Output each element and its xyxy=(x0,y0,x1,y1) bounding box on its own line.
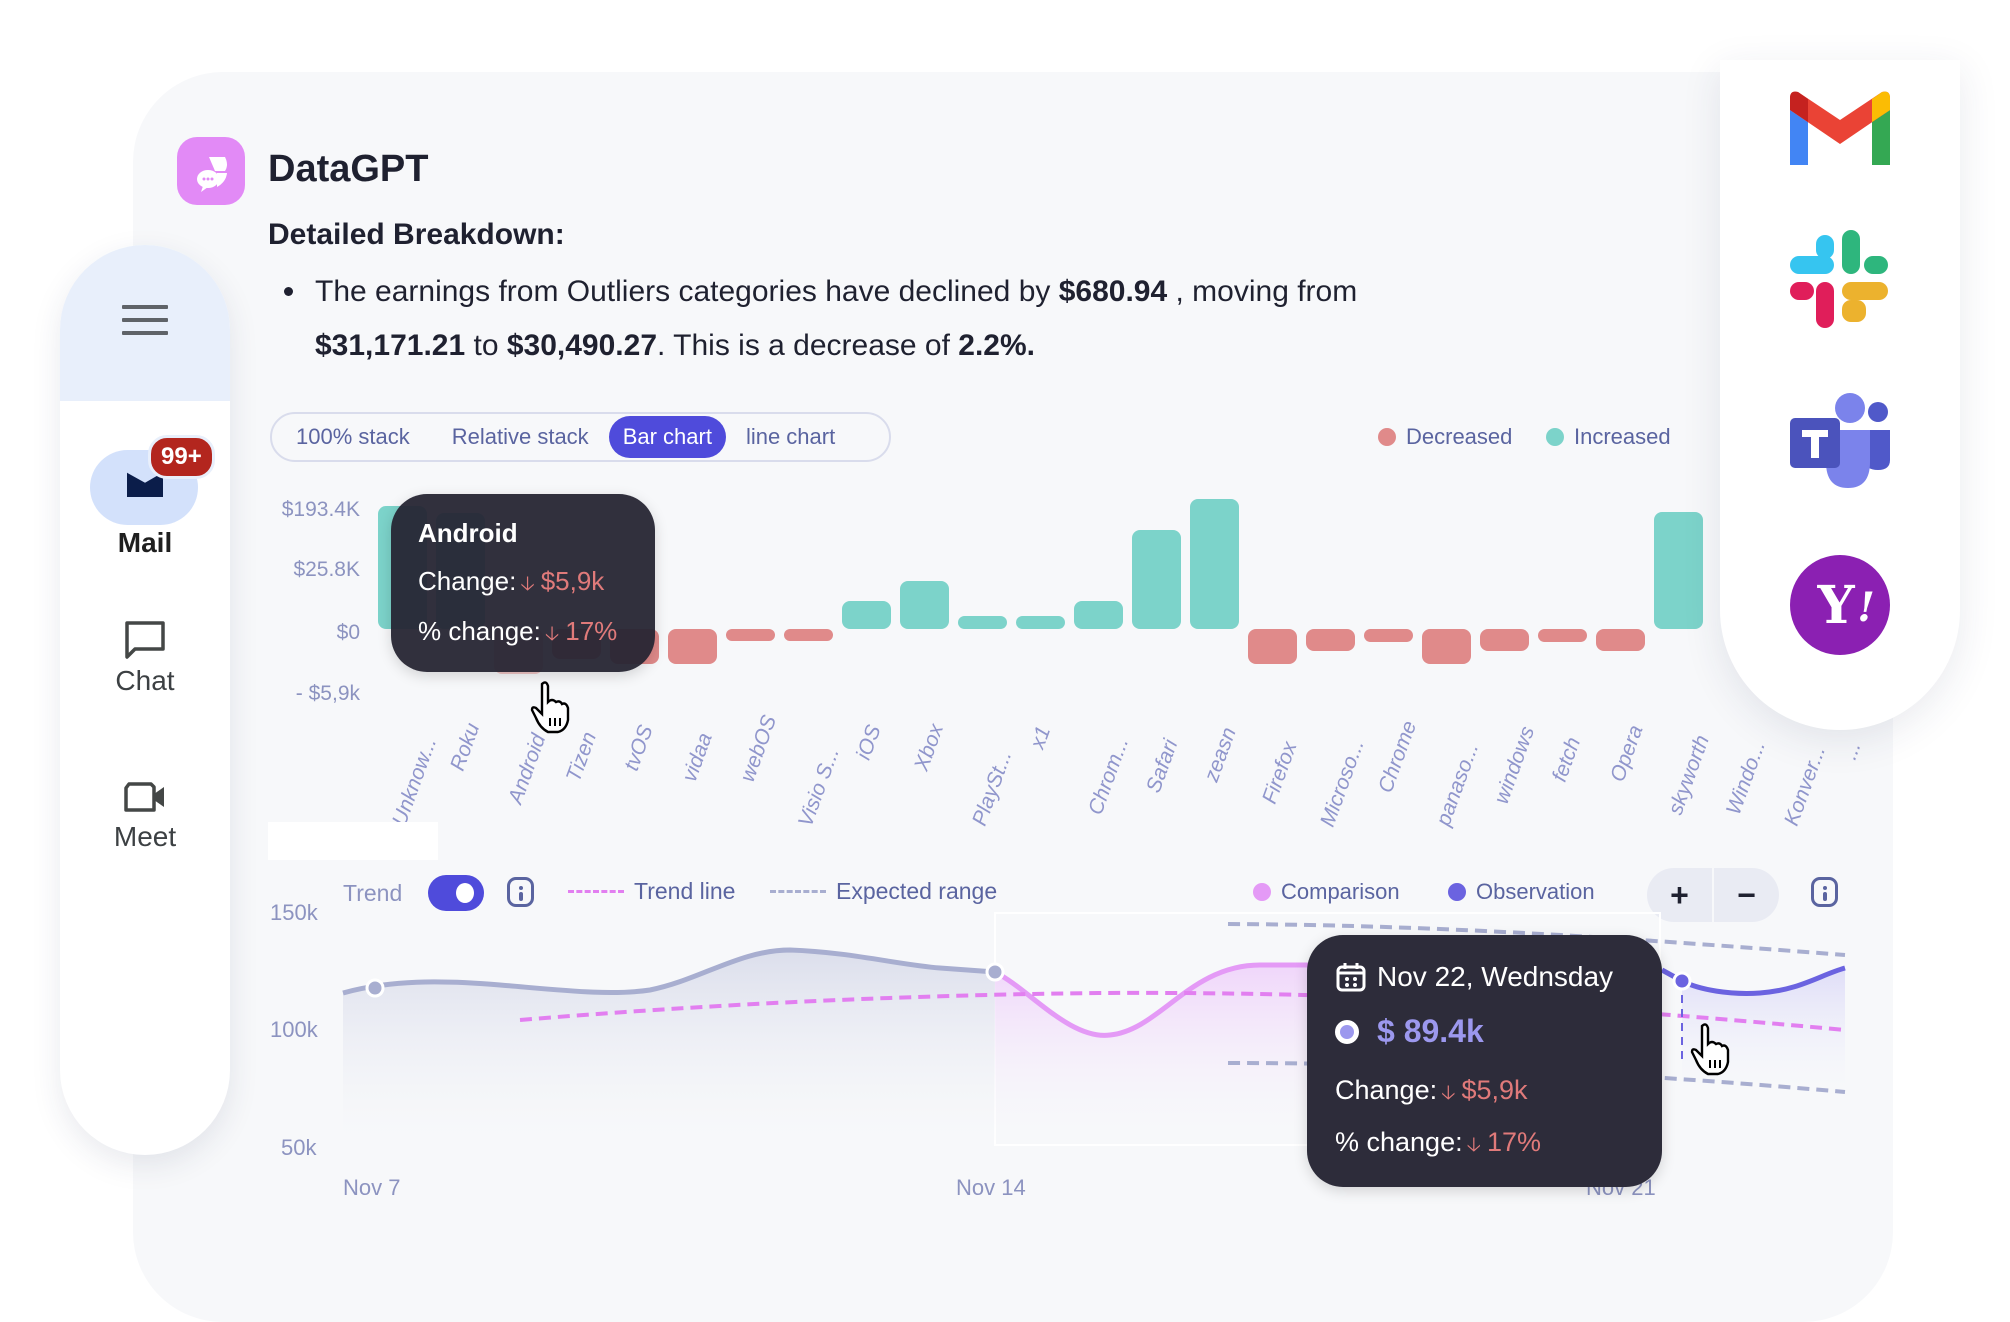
hamburger-menu-icon[interactable] xyxy=(122,305,168,337)
mail-unread-badge: 99+ xyxy=(148,435,215,479)
integrations-panel: Y ! xyxy=(1720,60,1960,730)
sidebar: 99+ Mail Chat Meet xyxy=(60,245,230,1155)
sidebar-item-mail[interactable]: Mail xyxy=(60,527,230,559)
line-tooltip: Nov 22, Wednsday $ 89.4k Change: 🡣 $5,9k %… xyxy=(1307,935,1662,1187)
tooltip-value-text: $ 89.4k xyxy=(1377,1013,1484,1049)
teams-icon[interactable] xyxy=(1790,390,1890,490)
gmail-icon[interactable] xyxy=(1790,80,1890,180)
tooltip-date-text: Nov 22, Wednsday xyxy=(1377,961,1614,992)
tooltip-pct-change: % change: 🡣 17% xyxy=(1335,1127,1542,1157)
line-chart xyxy=(342,912,1846,1146)
hand-pointer-cursor-icon xyxy=(1690,1023,1730,1076)
sidebar-item-chat[interactable]: Chat xyxy=(60,620,230,697)
video-camera-icon xyxy=(124,782,164,812)
sidebar-item-label: Mail xyxy=(117,527,173,558)
svg-text:!: ! xyxy=(1857,584,1875,631)
slack-icon[interactable] xyxy=(1790,230,1890,330)
sidebar-item-meet[interactable]: Meet xyxy=(60,780,230,853)
series-dot-icon xyxy=(1335,1019,1359,1044)
svg-text:Y: Y xyxy=(1816,575,1855,636)
arrow-down-icon: 🡣 xyxy=(1466,1134,1481,1156)
yahoo-icon[interactable]: Y ! xyxy=(1790,555,1890,655)
comparison-past-area xyxy=(343,950,995,1140)
arrow-down-icon: 🡣 xyxy=(1441,1082,1456,1104)
sidebar-menu-header xyxy=(60,245,230,401)
data-point[interactable] xyxy=(365,978,385,998)
chat-icon xyxy=(125,621,165,659)
sidebar-item-label: Meet xyxy=(113,821,177,852)
tooltip-value: $ 89.4k xyxy=(1335,1013,1484,1050)
data-point[interactable] xyxy=(985,962,1005,982)
tooltip-date: Nov 22, Wednsday xyxy=(1335,961,1613,993)
sidebar-item-label: Chat xyxy=(115,665,175,696)
calendar-icon xyxy=(1336,963,1366,992)
tooltip-change: Change: 🡣 $5,9k xyxy=(1335,1075,1528,1105)
data-point-selected[interactable] xyxy=(1672,971,1692,991)
